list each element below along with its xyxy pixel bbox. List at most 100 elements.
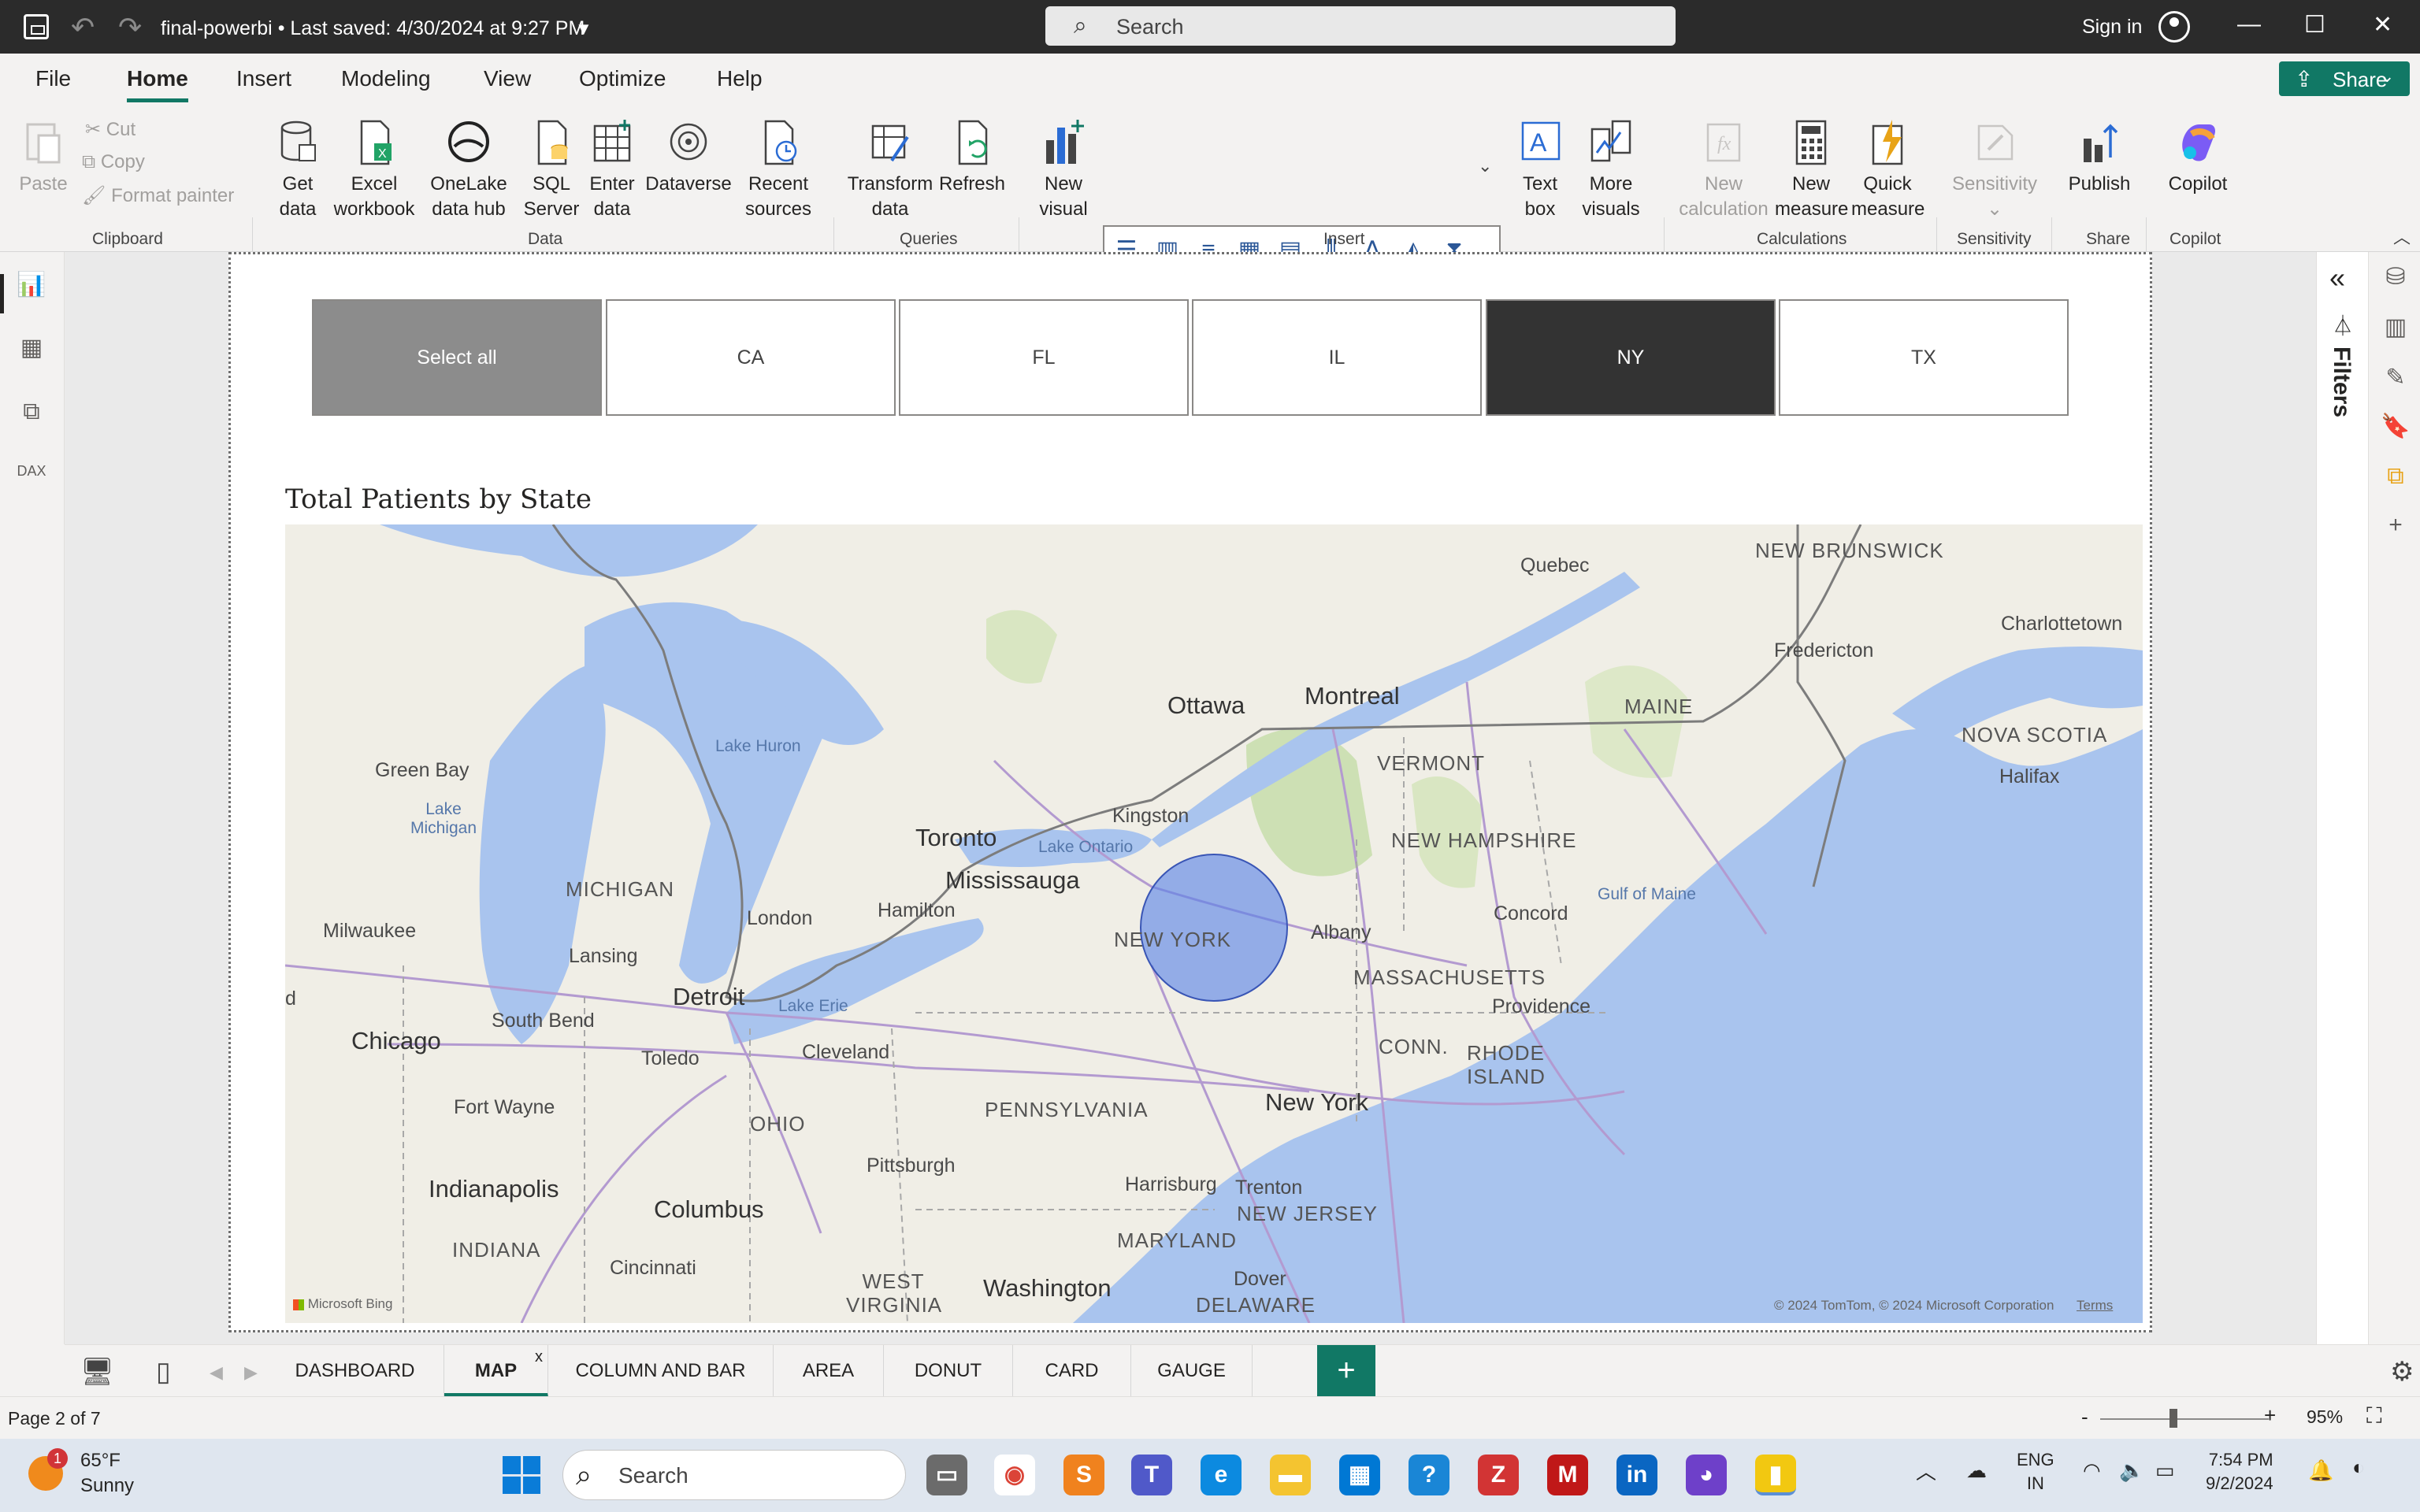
github-icon[interactable]: ◕ xyxy=(1686,1455,1727,1495)
onelake-button[interactable]: OneLake data hub xyxy=(418,118,520,222)
teams-icon[interactable]: T xyxy=(1131,1455,1172,1495)
menu-view[interactable]: View xyxy=(484,66,531,91)
add-page-button[interactable]: + xyxy=(1317,1345,1375,1397)
settings-icon[interactable]: ⚙ xyxy=(2390,1356,2414,1388)
desktop-layout-icon[interactable]: 🖥 xyxy=(80,1356,114,1388)
tab-column-and-bar[interactable]: COLUMN AND BAR xyxy=(548,1345,774,1397)
tab-area[interactable]: AREA xyxy=(774,1345,884,1397)
windows-start-icon[interactable] xyxy=(503,1456,540,1494)
previous-page-icon[interactable]: ◀ xyxy=(210,1362,223,1383)
map-terms-link[interactable]: Terms xyxy=(2077,1298,2113,1314)
sublime-icon[interactable]: S xyxy=(1063,1455,1104,1495)
format-visual-icon[interactable]: ✎ xyxy=(2380,364,2411,395)
next-page-icon[interactable]: ▶ xyxy=(244,1362,258,1383)
zotero-icon[interactable]: Z xyxy=(1478,1455,1519,1495)
save-icon[interactable] xyxy=(24,14,49,39)
share-button[interactable]: ⇪ Share ⌄ xyxy=(2279,61,2410,96)
text-box-button[interactable]: A Text box xyxy=(1509,118,1572,222)
tab-gauge[interactable]: GAUGE xyxy=(1131,1345,1253,1397)
wifi-icon[interactable]: ◠ xyxy=(2083,1458,2101,1483)
add-pane-icon[interactable]: + xyxy=(2380,512,2411,543)
show-hidden-icons[interactable]: ︿ xyxy=(1916,1459,1936,1484)
edge-icon[interactable]: e xyxy=(1201,1455,1242,1495)
expand-filters-icon[interactable]: « xyxy=(2329,261,2345,295)
battery-icon[interactable]: ▭ xyxy=(2155,1458,2175,1483)
store-icon[interactable]: ▦ xyxy=(1339,1455,1380,1495)
fit-to-page-icon[interactable]: ⛶ xyxy=(2366,1403,2382,1429)
quick-measure-button[interactable]: Quick measure xyxy=(1851,118,1924,222)
slicer-fl[interactable]: FL xyxy=(899,299,1189,416)
copilot-taskbar-icon[interactable]: ◐ xyxy=(2352,1455,2365,1480)
zoom-in-icon[interactable]: + xyxy=(2264,1403,2276,1428)
notifications-icon[interactable]: 🔔 xyxy=(2308,1458,2333,1483)
minimize-icon[interactable]: — xyxy=(2237,11,2261,38)
transform-data-button[interactable]: Transform data xyxy=(847,118,933,222)
slicer-ca[interactable]: CA xyxy=(606,299,896,416)
maximize-icon[interactable]: ☐ xyxy=(2304,11,2325,39)
build-visual-icon[interactable]: ▥ xyxy=(2380,313,2411,345)
more-visuals-button[interactable]: More visuals xyxy=(1572,118,1650,222)
paste-button[interactable]: Paste xyxy=(16,118,71,197)
tab-dashboard[interactable]: DASHBOARD xyxy=(266,1345,444,1397)
account-icon[interactable] xyxy=(2158,11,2190,43)
filters-pane[interactable]: « ⏃ Filters xyxy=(2316,252,2368,1344)
publish-button[interactable]: Publish xyxy=(2064,118,2135,197)
language-indicator[interactable]: ENG IN xyxy=(2017,1448,2054,1495)
recent-sources-button[interactable]: Recent sources xyxy=(735,118,822,222)
menu-help[interactable]: Help xyxy=(717,66,763,91)
tab-card[interactable]: CARD xyxy=(1013,1345,1131,1397)
new-calculation-button[interactable]: fx New calculation xyxy=(1676,118,1771,222)
sign-in-link[interactable]: Sign in xyxy=(2082,16,2142,39)
gallery-expand-icon[interactable]: ⌄ xyxy=(1478,156,1492,176)
report-view-icon[interactable]: 📊 xyxy=(16,271,47,302)
get-data-button[interactable]: Get data xyxy=(262,118,333,222)
mcafee-icon[interactable]: M xyxy=(1547,1455,1588,1495)
redo-icon[interactable]: ↷ xyxy=(118,11,142,44)
file-title[interactable]: final-powerbi • Last saved: 4/30/2024 at… xyxy=(161,17,585,40)
mobile-layout-icon[interactable]: ▯ xyxy=(156,1356,171,1388)
new-visual-button[interactable]: New visual xyxy=(1032,118,1095,222)
help-icon[interactable]: ? xyxy=(1409,1455,1449,1495)
menu-optimize[interactable]: Optimize xyxy=(579,66,666,91)
refresh-button[interactable]: Refresh xyxy=(937,118,1007,197)
taskbar-search[interactable]: ⌕ Search xyxy=(562,1450,906,1500)
powerbi-icon[interactable]: ▮ xyxy=(1755,1455,1796,1495)
search-box[interactable]: ⌕ Search xyxy=(1045,6,1676,46)
selection-pane-icon[interactable]: ⧉ xyxy=(2380,463,2411,495)
menu-insert[interactable]: Insert xyxy=(236,66,291,91)
volume-icon[interactable]: 🔈 xyxy=(2119,1458,2144,1483)
slicer-il[interactable]: IL xyxy=(1192,299,1482,416)
tab-donut[interactable]: DONUT xyxy=(884,1345,1013,1397)
cut-button[interactable]: ✂ Cut xyxy=(85,118,135,141)
close-icon[interactable]: ✕ xyxy=(2373,11,2392,39)
enter-data-button[interactable]: Enter data xyxy=(583,118,641,222)
table-view-icon[interactable]: ▦ xyxy=(16,334,47,365)
model-view-icon[interactable]: ⧉ xyxy=(16,398,47,430)
bookmarks-icon[interactable]: 🔖 xyxy=(2380,413,2411,444)
zoom-slider[interactable] xyxy=(2100,1418,2269,1420)
zoom-slider-thumb[interactable] xyxy=(2169,1409,2177,1428)
data-pane-icon[interactable]: ⛁ xyxy=(2380,263,2411,295)
onedrive-icon[interactable]: ☁ xyxy=(1966,1458,1987,1483)
task-view-icon[interactable]: ▭ xyxy=(926,1455,967,1495)
new-measure-button[interactable]: New measure xyxy=(1775,118,1848,222)
map-visual[interactable]: Quebec NEW BRUNSWICK Charlottetown Frede… xyxy=(285,524,2143,1323)
sql-server-button[interactable]: SQL Server xyxy=(520,118,583,222)
menu-file[interactable]: File xyxy=(35,66,71,91)
slicer-select-all[interactable]: Select all xyxy=(312,299,602,416)
slicer-ny[interactable]: NY xyxy=(1486,299,1776,416)
dax-query-view-icon[interactable]: DAX xyxy=(16,463,47,495)
copilot-button[interactable]: Copilot xyxy=(2158,118,2237,197)
format-painter-button[interactable]: 🖌 Format painter xyxy=(82,184,234,207)
menu-home[interactable]: Home xyxy=(127,66,188,102)
copy-button[interactable]: ⧉ Copy xyxy=(82,151,145,173)
undo-icon[interactable]: ↶ xyxy=(71,11,95,44)
sensitivity-button[interactable]: Sensitivity ⌄ xyxy=(1946,118,2043,222)
clock[interactable]: 7:54 PM 9/2/2024 xyxy=(2206,1448,2273,1495)
chevron-down-icon[interactable]: ▼ xyxy=(575,19,592,39)
collapse-ribbon-icon[interactable]: ︿ xyxy=(2393,224,2411,249)
slicer-tx[interactable]: TX xyxy=(1779,299,2069,416)
tab-map[interactable]: MAP x xyxy=(444,1345,548,1397)
chrome-icon[interactable]: ◉ xyxy=(994,1455,1035,1495)
close-tab-icon[interactable]: x xyxy=(535,1331,543,1383)
